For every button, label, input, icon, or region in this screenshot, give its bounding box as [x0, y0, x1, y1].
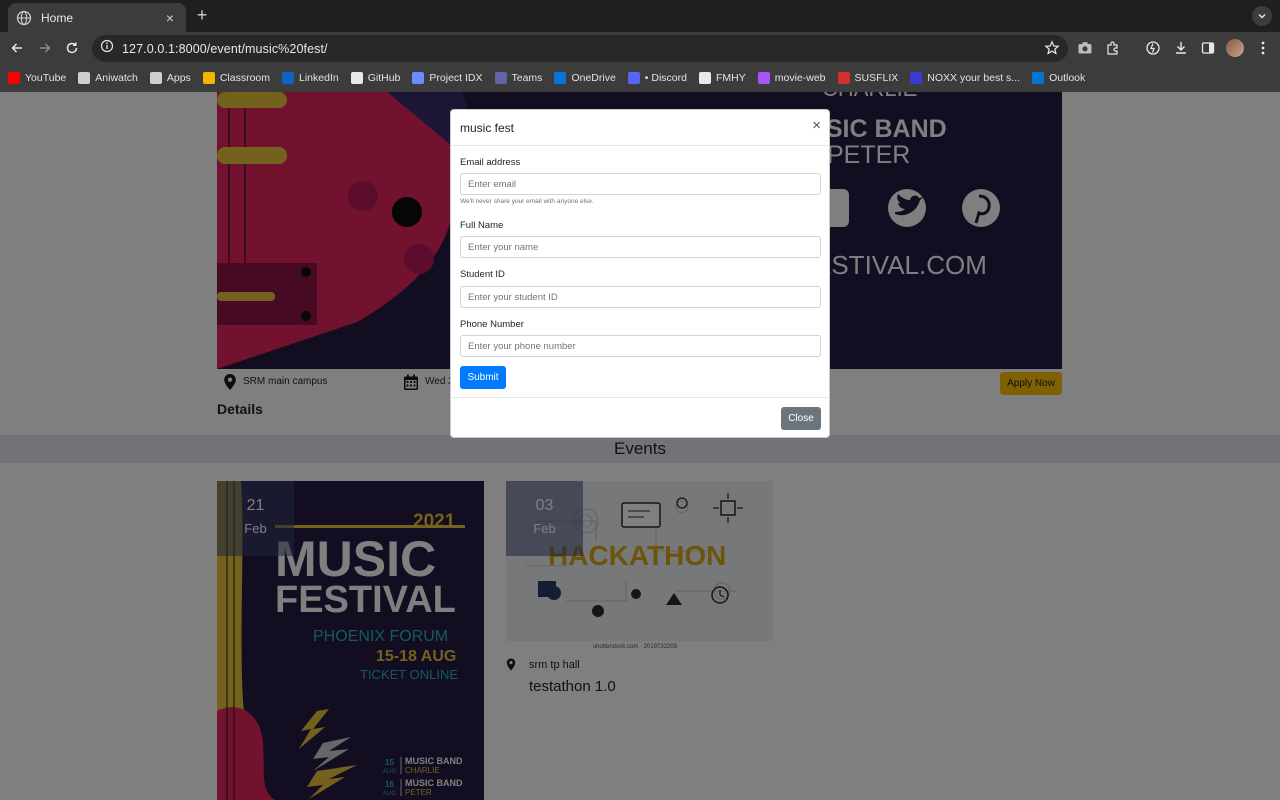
email-label: Email address: [460, 157, 521, 168]
apps-icon: [149, 72, 162, 84]
idx-icon: [412, 72, 425, 84]
bookmark-label: OneDrive: [571, 72, 616, 84]
bookmark-item[interactable]: FMHY: [698, 72, 746, 84]
onedrive-icon: [554, 72, 567, 84]
new-tab-button[interactable]: +: [194, 5, 210, 26]
aniwatch-icon: [78, 72, 91, 84]
back-arrow-icon[interactable]: [7, 38, 27, 58]
reload-icon[interactable]: [62, 38, 82, 58]
screenshot-camera-icon[interactable]: [1075, 38, 1095, 58]
bookmark-item[interactable]: Project IDX: [412, 72, 483, 84]
bookmark-item[interactable]: OneDrive: [554, 72, 616, 84]
site-info-icon[interactable]: [100, 39, 114, 58]
modal-title: music fest: [460, 121, 515, 135]
outlook-icon: [1032, 72, 1045, 84]
full-name-label: Full Name: [460, 220, 504, 231]
bookmark-label: Teams: [511, 72, 543, 84]
linkedin-icon: [282, 72, 294, 84]
bookmark-item[interactable]: • Discord: [627, 72, 687, 84]
bookmark-label: SUSFLIX: [854, 72, 899, 84]
bookmark-item[interactable]: movie-web: [757, 72, 826, 84]
github-icon: [350, 72, 363, 84]
bookmark-label: Project IDX: [429, 72, 483, 84]
teams-icon: [494, 72, 507, 84]
movie-web-icon: [757, 72, 770, 84]
browser-tab-strip: Home × +: [0, 0, 1280, 32]
tab-close-icon[interactable]: ×: [162, 10, 178, 26]
bookmark-item[interactable]: Outlook: [1032, 72, 1085, 84]
extensions-puzzle-icon[interactable]: [1103, 38, 1123, 58]
downloads-icon[interactable]: [1171, 38, 1191, 58]
globe-icon: [16, 10, 32, 26]
bookmark-label: GitHub: [367, 72, 401, 84]
bookmark-star-icon[interactable]: [1044, 40, 1060, 61]
email-field[interactable]: [460, 173, 821, 195]
bookmark-item[interactable]: YouTube: [8, 72, 66, 84]
bookmark-item[interactable]: GitHub: [350, 72, 401, 84]
bookmark-label: Outlook: [1049, 72, 1086, 84]
submit-button[interactable]: Submit: [460, 366, 506, 389]
classroom-icon: [202, 72, 215, 84]
browser-toolbar: 127.0.0.1:8000/event/music%20fest/: [0, 32, 1280, 64]
bookmark-label: FMHY: [715, 72, 746, 84]
bookmark-label: LinkedIn: [299, 72, 339, 84]
bookmark-item[interactable]: Apps: [149, 72, 191, 84]
phone-number-label: Phone Number: [460, 319, 524, 330]
bookmark-item[interactable]: Teams: [494, 72, 543, 84]
bookmarks-bar: YouTube Aniwatch Apps Classroom LinkedIn GitH…: [0, 64, 1280, 92]
susflix-icon: [837, 72, 850, 84]
browser-menu-icon[interactable]: [1253, 38, 1273, 58]
modal-header: music fest ×: [451, 110, 829, 146]
fmhy-icon: [698, 72, 711, 84]
close-button[interactable]: Close: [781, 407, 821, 430]
noxx-icon: [910, 72, 923, 84]
bookmark-label: NOXX your best s...: [927, 72, 1021, 84]
student-id-field[interactable]: [460, 286, 821, 308]
address-bar[interactable]: 127.0.0.1:8000/event/music%20fest/: [92, 35, 1068, 62]
modal-close-icon[interactable]: ×: [812, 118, 821, 133]
registration-modal: music fest × Email address We'll never s…: [450, 109, 830, 438]
bookmark-item[interactable]: Classroom: [202, 72, 270, 84]
bookmark-item[interactable]: SUSFLIX: [837, 72, 899, 84]
bookmark-label: Apps: [166, 72, 191, 84]
youtube-icon: [8, 72, 20, 84]
profile-avatar[interactable]: [1225, 38, 1245, 58]
bookmark-item[interactable]: LinkedIn: [282, 72, 339, 84]
bookmark-label: YouTube: [25, 72, 67, 84]
email-help-text: We'll never share your email with anyone…: [460, 198, 594, 205]
url-text: 127.0.0.1:8000/event/music%20fest/: [122, 41, 328, 56]
phone-number-field[interactable]: [460, 335, 821, 357]
tab-search-icon[interactable]: [1252, 6, 1272, 26]
bookmark-label: Aniwatch: [95, 72, 138, 84]
bookmark-item[interactable]: NOXX your best s...: [910, 72, 1020, 84]
bookmark-label: • Discord: [644, 72, 687, 84]
discord-icon: [627, 72, 640, 84]
tab-title: Home: [41, 10, 74, 25]
bookmark-item[interactable]: Aniwatch: [78, 72, 138, 84]
browser-tab-home[interactable]: Home ×: [8, 3, 186, 32]
forward-arrow-icon[interactable]: [35, 38, 55, 58]
side-panel-icon[interactable]: [1198, 38, 1218, 58]
full-name-field[interactable]: [460, 236, 821, 258]
performance-icon[interactable]: [1143, 38, 1163, 58]
bookmark-label: Classroom: [219, 72, 270, 84]
student-id-label: Student ID: [460, 269, 505, 280]
modal-footer: Close: [451, 397, 829, 438]
bookmark-label: movie-web: [774, 72, 826, 84]
